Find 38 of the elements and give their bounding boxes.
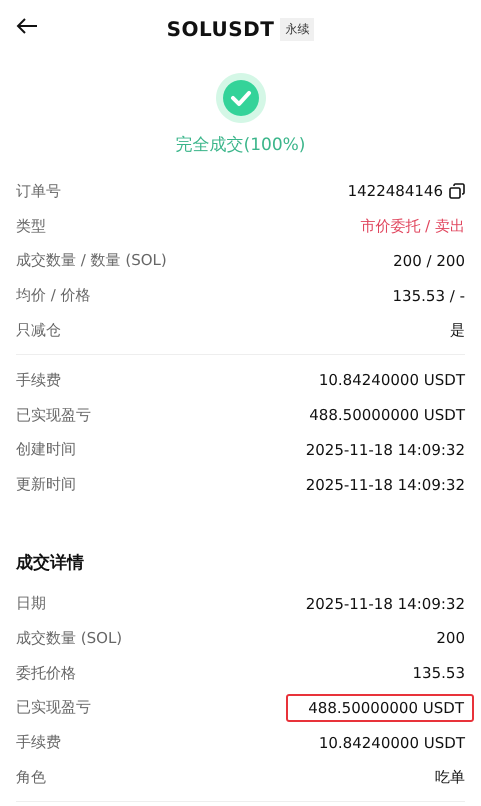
field-label: 已实现盈亏	[16, 698, 91, 718]
field-value: 200	[436, 628, 465, 650]
field-label: 手续费	[16, 370, 61, 390]
field-label: 日期	[16, 594, 46, 614]
contract-tag: 永续	[280, 18, 314, 40]
field-value: 200 / 200	[393, 250, 465, 272]
field-label: 手续费	[16, 733, 61, 752]
field-value: 1422484146	[348, 181, 443, 202]
copy-icon[interactable]	[449, 183, 465, 200]
field-value: 吃单	[435, 767, 465, 788]
field-label: 委托价格	[16, 664, 76, 683]
field-value: 135.53	[412, 663, 465, 684]
back-button[interactable]	[16, 17, 38, 35]
field-label: 均价 / 价格	[16, 286, 91, 306]
field-value: 市价委托 / 卖出	[360, 216, 465, 237]
field-value: 2025-11-18 14:09:32	[306, 594, 465, 615]
field-value: 488.50000000 USDT	[309, 405, 465, 426]
field-label: 已实现盈亏	[16, 406, 91, 425]
field-label: 订单号	[16, 182, 61, 201]
success-check-icon	[216, 73, 266, 123]
page-title: SOLUSDT	[166, 17, 274, 41]
field-value: 10.84240000 USDT	[318, 732, 465, 754]
fill-status: 完全成交(100%)	[176, 134, 306, 156]
field-label: 成交数量 (SOL)	[16, 628, 122, 648]
section-title: 成交详情	[16, 552, 85, 576]
field-value: 是	[450, 320, 465, 342]
back-arrow-icon	[16, 17, 38, 35]
field-value: 2025-11-18 14:09:32	[306, 474, 465, 496]
field-value: 10.84240000 USDT	[318, 370, 465, 392]
field-value: 135.53 / -	[392, 286, 465, 307]
field-label: 更新时间	[16, 475, 76, 494]
field-label: 创建时间	[16, 440, 76, 460]
highlighted-value: 488.50000000 USDT	[286, 694, 474, 722]
field-label: 成交数量 / 数量 (SOL)	[16, 251, 167, 270]
field-value: 2025-11-18 14:09:32	[306, 440, 465, 461]
field-label: 只减仓	[16, 321, 61, 340]
field-label: 角色	[16, 768, 46, 788]
field-label: 类型	[16, 216, 46, 236]
